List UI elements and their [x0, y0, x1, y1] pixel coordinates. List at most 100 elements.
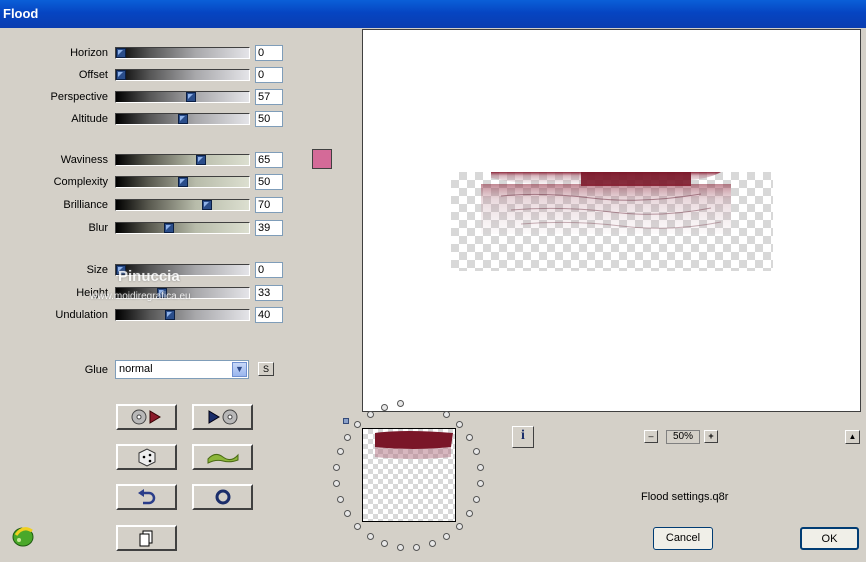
dial-dot[interactable]: [381, 404, 388, 411]
scroll-up-button[interactable]: ▲: [845, 430, 860, 444]
dial-dot[interactable]: [333, 480, 340, 487]
dial-dot[interactable]: [443, 411, 450, 418]
dial-dot[interactable]: [466, 510, 473, 517]
dial-dot[interactable]: [397, 544, 404, 551]
slider-thumb[interactable]: [165, 310, 175, 320]
save-preset-button[interactable]: [192, 404, 253, 430]
slider-label-wrap: Offset: [0, 68, 108, 84]
cancel-button[interactable]: Cancel: [653, 527, 713, 550]
slider-value-field[interactable]: 39: [255, 220, 283, 236]
glue-value: normal: [119, 363, 153, 375]
dial-dot[interactable]: [367, 533, 374, 540]
watermark-name: Pinuccia: [118, 268, 180, 285]
ring-icon: [215, 489, 230, 505]
settings-filename: Flood settings.q8r: [641, 491, 729, 503]
dial-dot[interactable]: [473, 448, 480, 455]
slider-label-wrap: Perspective: [0, 90, 108, 106]
slider-label: Waviness: [60, 154, 108, 166]
dial-dot[interactable]: [429, 540, 436, 547]
zoom-out-button[interactable]: –: [644, 430, 658, 443]
slider-track[interactable]: [115, 154, 250, 166]
slider-label-wrap: Complexity: [0, 175, 108, 191]
logo-icon: [12, 527, 34, 547]
slider-value-field[interactable]: 70: [255, 197, 283, 213]
slider-value-field[interactable]: 33: [255, 285, 283, 301]
glue-label-wrap: Glue: [0, 363, 108, 379]
slider-value-field[interactable]: 65: [255, 152, 283, 168]
dial-dot[interactable]: [344, 510, 351, 517]
dial-dot[interactable]: [456, 523, 463, 530]
slider-thumb[interactable]: [178, 114, 188, 124]
slider-value-field[interactable]: 0: [255, 262, 283, 278]
dial-dot[interactable]: [337, 496, 344, 503]
dial-dot[interactable]: [473, 496, 480, 503]
slider-label: Horizon: [70, 47, 108, 59]
info-button[interactable]: i: [512, 426, 534, 448]
thumbnail-graphic: [375, 431, 453, 459]
slider-track[interactable]: [115, 309, 250, 321]
dial-dot[interactable]: [477, 480, 484, 487]
glue-side-button[interactable]: S: [258, 362, 274, 376]
ok-button[interactable]: OK: [800, 527, 859, 550]
random-button[interactable]: [116, 444, 177, 470]
slider-track[interactable]: [115, 91, 250, 103]
wave-icon: [207, 453, 238, 464]
slider-thumb[interactable]: [164, 223, 174, 233]
glue-select[interactable]: normal ▼: [115, 360, 249, 379]
slider-thumb[interactable]: [116, 48, 126, 58]
dial-dot[interactable]: [333, 464, 340, 471]
copy-button[interactable]: [116, 525, 177, 551]
flood-reflection-graphic: [481, 172, 731, 234]
slider-thumb[interactable]: [116, 70, 126, 80]
slider-label: Altitude: [71, 113, 108, 125]
slider-thumb[interactable]: [186, 92, 196, 102]
slider-track[interactable]: [115, 199, 250, 211]
zoom-in-button[interactable]: +: [704, 430, 718, 443]
slider-value-field[interactable]: 50: [255, 174, 283, 190]
slider-value-field[interactable]: 0: [255, 67, 283, 83]
glue-label: Glue: [84, 364, 108, 376]
dial-dot[interactable]: [466, 434, 473, 441]
dial-dot[interactable]: [397, 400, 404, 407]
slider-value-field[interactable]: 50: [255, 111, 283, 127]
reset-button[interactable]: [192, 484, 253, 510]
chevron-down-icon[interactable]: ▼: [232, 362, 247, 377]
slider-value-field[interactable]: 0: [255, 45, 283, 61]
undo-button[interactable]: [116, 484, 177, 510]
slider-value-field[interactable]: 40: [255, 307, 283, 323]
dial-dot[interactable]: [344, 434, 351, 441]
dial-dot[interactable]: [381, 540, 388, 547]
dial-dot[interactable]: [354, 523, 361, 530]
dial-dot[interactable]: [413, 544, 420, 551]
dial-dot[interactable]: [456, 421, 463, 428]
preview-pane[interactable]: [362, 29, 861, 412]
slider-label: Undulation: [55, 309, 108, 321]
slider-label-wrap: Undulation: [0, 308, 108, 324]
window-title: Flood: [0, 0, 866, 28]
slider-thumb[interactable]: [178, 177, 188, 187]
slider-track[interactable]: [115, 222, 250, 234]
dial-dot[interactable]: [354, 421, 361, 428]
dial-handle[interactable]: [343, 418, 349, 424]
slider-track[interactable]: [115, 176, 250, 188]
thumbnail-preview[interactable]: [362, 428, 456, 522]
slider-thumb[interactable]: [196, 155, 206, 165]
color-swatch[interactable]: [312, 149, 332, 169]
dial-dot[interactable]: [443, 533, 450, 540]
load-preset-button[interactable]: [116, 404, 177, 430]
slider-label: Blur: [88, 222, 108, 234]
dial-dot[interactable]: [367, 411, 374, 418]
slider-track[interactable]: [115, 69, 250, 81]
slider-track[interactable]: [115, 113, 250, 125]
dial-dot[interactable]: [477, 464, 484, 471]
slider-label: Perspective: [50, 91, 108, 103]
zoom-level[interactable]: 50%: [666, 430, 700, 444]
slider-value-field[interactable]: 57: [255, 89, 283, 105]
slider-label-wrap: Horizon: [0, 46, 108, 62]
wave-button[interactable]: [192, 444, 253, 470]
slider-thumb[interactable]: [202, 200, 212, 210]
dialog-body: Horizon 0 Offset 0 Perspective 57 Altitude 50 W…: [0, 28, 866, 562]
dial-dot[interactable]: [337, 448, 344, 455]
dice-icon: [138, 448, 155, 467]
slider-track[interactable]: [115, 47, 250, 59]
